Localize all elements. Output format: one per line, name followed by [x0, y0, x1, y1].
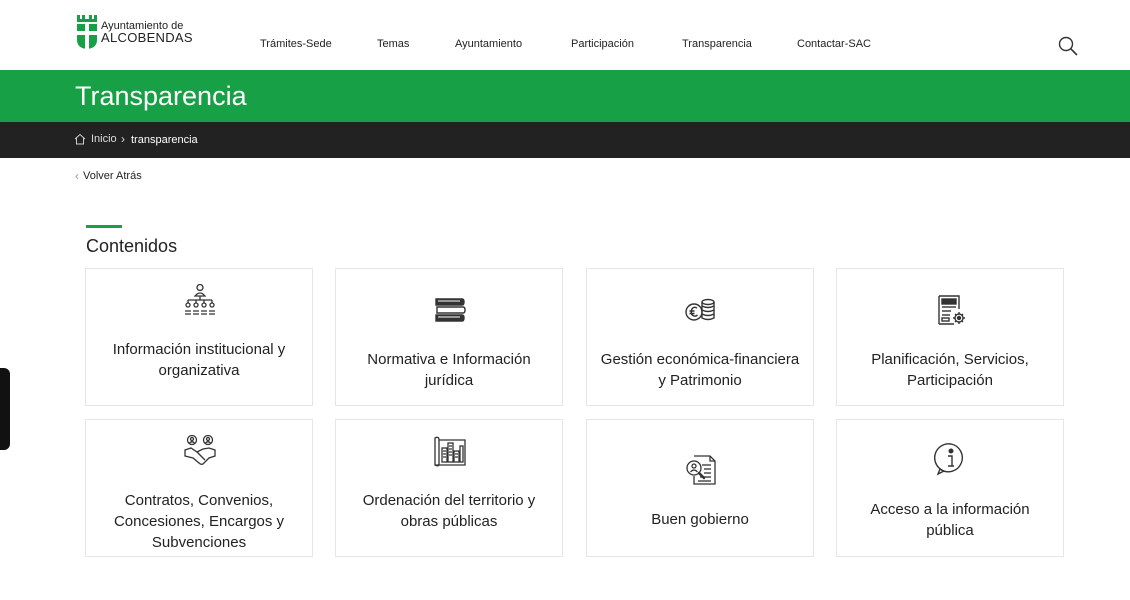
breadcrumb-home-label: Inicio [91, 133, 117, 145]
card-gestion-economica[interactable]: Gestión económica-financiera y Patrimoni… [586, 268, 814, 406]
breadcrumb: Inicio › transparencia [0, 122, 1130, 158]
city-plan-icon [434, 436, 466, 467]
nav-contactar-sac[interactable]: Contactar-SAC [797, 38, 871, 50]
card-label: Acceso a la información pública [870, 501, 1030, 539]
card-label: Contratos, Convenios, Concesiones, Encar… [113, 492, 285, 551]
breadcrumb-current: transparencia [131, 134, 198, 146]
breadcrumb-home[interactable]: Inicio [74, 133, 117, 145]
alcobendas-logo[interactable]: Ayuntamiento de ALCOBENDAS [76, 14, 193, 50]
card-label: Ordenación del territorio y obras públic… [362, 492, 536, 530]
card-normativa[interactable]: Normativa e Información jurídica [335, 268, 563, 406]
nav-temas[interactable]: Temas [377, 38, 409, 50]
section-accent-line [86, 225, 122, 228]
chevron-left-icon: ‹ [75, 169, 79, 183]
card-buen-gobierno[interactable]: Buen gobierno [586, 419, 814, 557]
search-icon[interactable] [1058, 36, 1078, 56]
card-acceso-informacion[interactable]: Acceso a la información pública [836, 419, 1064, 557]
card-planificacion[interactable]: Planificación, Servicios, Participación [836, 268, 1064, 406]
section-title: Contenidos [86, 236, 178, 256]
euro-coins-icon [685, 298, 715, 321]
coat-of-arms-icon [77, 15, 97, 49]
nav-participacion[interactable]: Participación [571, 38, 634, 50]
card-contratos[interactable]: Contratos, Convenios, Concesiones, Encar… [85, 419, 313, 557]
back-link-label: Volver Atrás [83, 170, 142, 182]
handshake-icon [184, 434, 216, 465]
card-label: Información institucional y organizativa [112, 341, 286, 379]
nav-tramites-sede[interactable]: Trámites-Sede [260, 38, 332, 50]
card-informacion-institucional[interactable]: Información institucional y organizativa [85, 268, 313, 406]
breadcrumb-separator: › [121, 132, 125, 146]
page-title: Transparencia [75, 81, 247, 111]
info-icon [934, 443, 963, 476]
page-banner: Transparencia [0, 70, 1130, 122]
back-link[interactable]: ‹ Volver Atrás [75, 169, 142, 183]
books-icon [435, 298, 466, 322]
org-chart-icon [185, 283, 215, 315]
card-label: Gestión económica-financiera y Patrimoni… [600, 351, 800, 389]
nav-ayuntamiento[interactable]: Ayuntamiento [455, 38, 522, 50]
card-label: Normativa e Información jurídica [367, 351, 531, 389]
card-label: Planificación, Servicios, Participación [871, 351, 1029, 389]
card-ordenacion-territorio[interactable]: Ordenación del territorio y obras públic… [335, 419, 563, 557]
logo-line-2: ALCOBENDAS [101, 30, 193, 45]
card-label: Buen gobierno [651, 511, 749, 528]
side-tab[interactable] [0, 368, 10, 450]
nav-transparencia[interactable]: Transparencia [682, 38, 752, 50]
top-header: Ayuntamiento de ALCOBENDAS Trámites-Sede… [0, 0, 1130, 70]
document-search-icon [686, 455, 716, 485]
document-gear-icon [938, 295, 965, 325]
home-icon [74, 133, 86, 145]
